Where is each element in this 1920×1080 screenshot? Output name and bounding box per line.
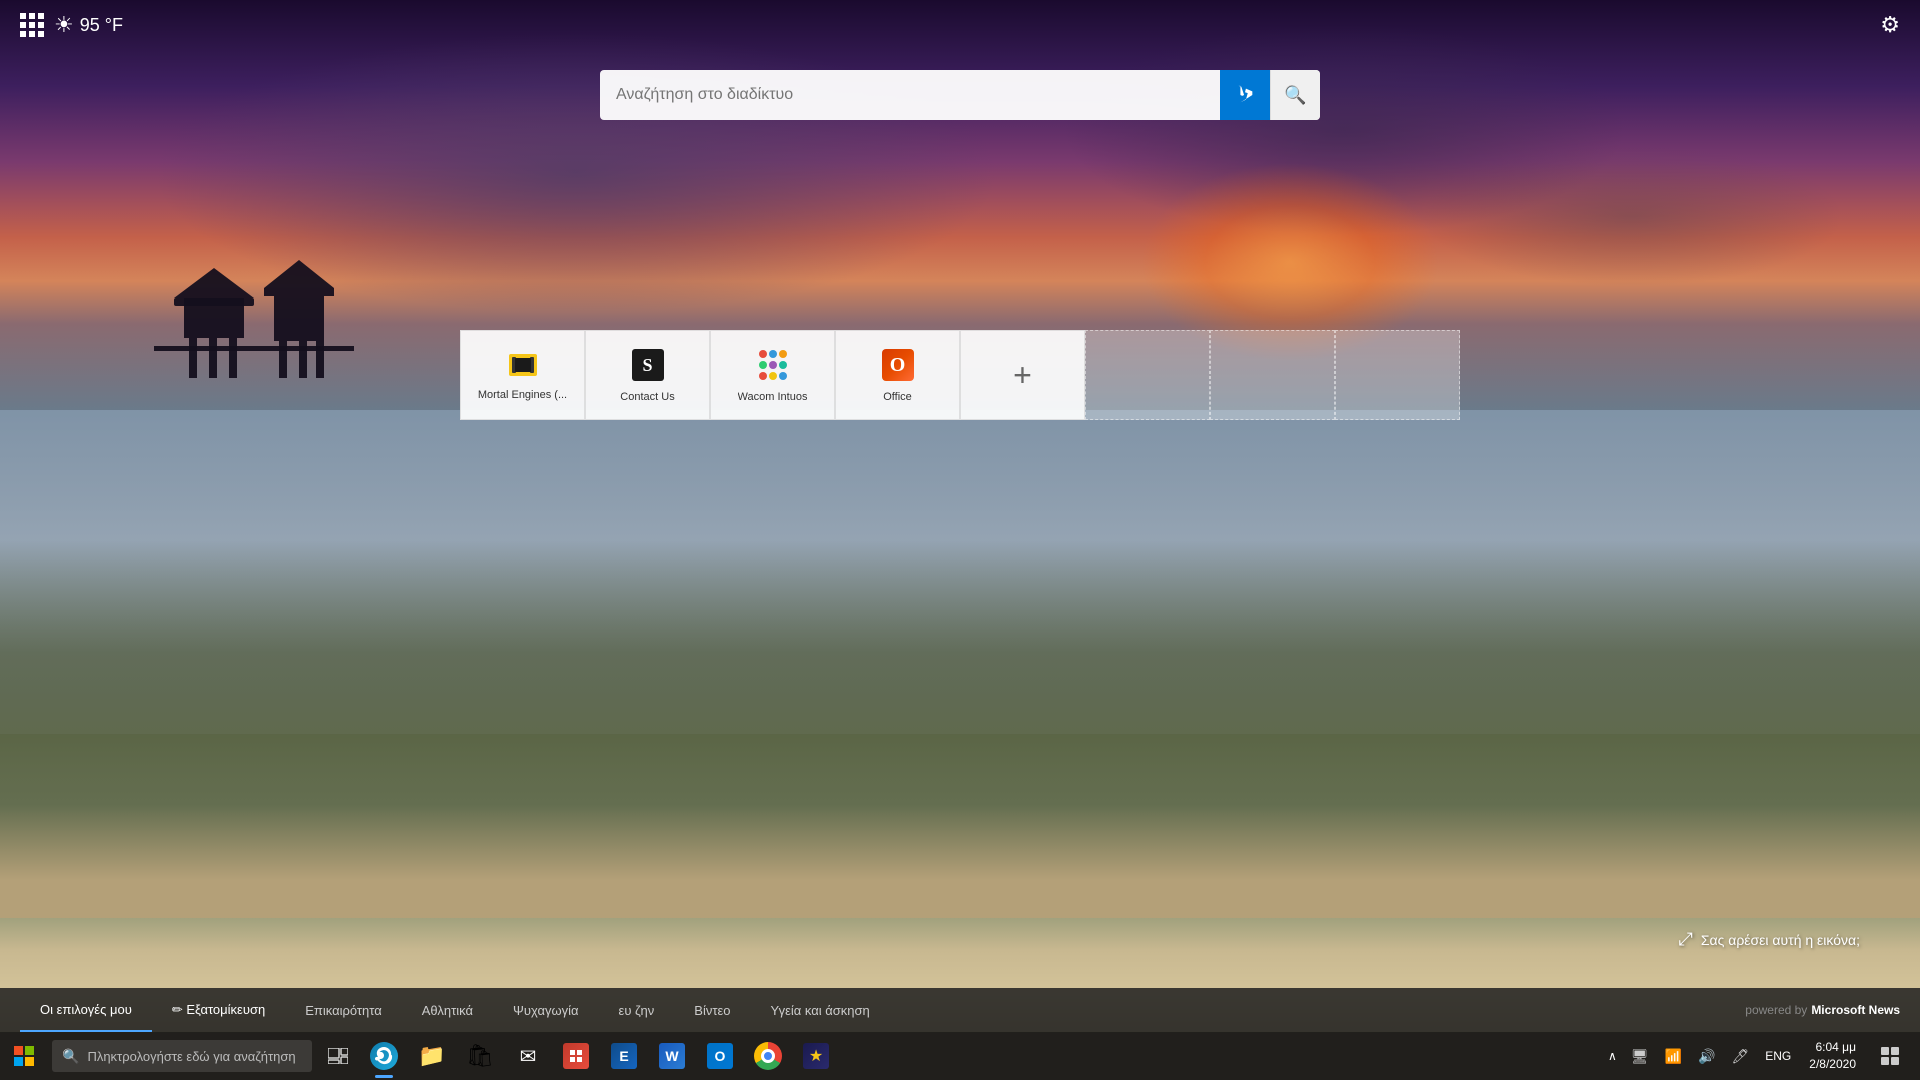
weather-widget[interactable]: ☀ 95 °F — [54, 12, 123, 38]
office-label: Office — [883, 391, 912, 403]
quick-tile-mortal-engines[interactable]: Mortal Engines (... — [460, 330, 585, 420]
search-button[interactable]: 🔍 — [1270, 70, 1320, 120]
weather-icon: ☀ — [54, 12, 74, 38]
search-input[interactable] — [600, 86, 1220, 104]
apps-grid-button[interactable] — [20, 13, 44, 37]
main-content: ☀ 95 °F ⚙ 🔍 Mortal Engines (. — [0, 0, 1920, 1080]
contact-us-label: Contact Us — [620, 391, 674, 403]
quick-tile-empty-2[interactable] — [1210, 330, 1335, 420]
search-container: 🔍 — [0, 70, 1920, 120]
contact-us-icon: S — [630, 347, 666, 383]
wacom-label: Wacom Intuos — [738, 391, 808, 403]
mortal-engines-label: Mortal Engines (... — [478, 389, 567, 401]
top-left: ☀ 95 °F — [20, 12, 123, 38]
add-icon: + — [1005, 357, 1041, 393]
top-bar: ☀ 95 °F ⚙ — [0, 0, 1920, 50]
quick-links: Mortal Engines (... S Contact Us — [0, 330, 1920, 420]
quick-tile-add[interactable]: + — [960, 330, 1085, 420]
quick-tile-empty-3[interactable] — [1335, 330, 1460, 420]
quick-tile-contact-us[interactable]: S Contact Us — [585, 330, 710, 420]
quick-tile-wacom[interactable]: Wacom Intuos — [710, 330, 835, 420]
office-icon: O — [880, 347, 916, 383]
settings-button[interactable]: ⚙ — [1880, 12, 1900, 38]
search-bar: 🔍 — [600, 70, 1320, 120]
weather-temperature: 95 °F — [80, 15, 123, 36]
wacom-icon — [755, 347, 791, 383]
quick-tile-empty-1[interactable] — [1085, 330, 1210, 420]
mortal-engines-icon — [507, 349, 539, 381]
quick-tile-office[interactable]: O Office — [835, 330, 960, 420]
bing-button[interactable] — [1220, 70, 1270, 120]
